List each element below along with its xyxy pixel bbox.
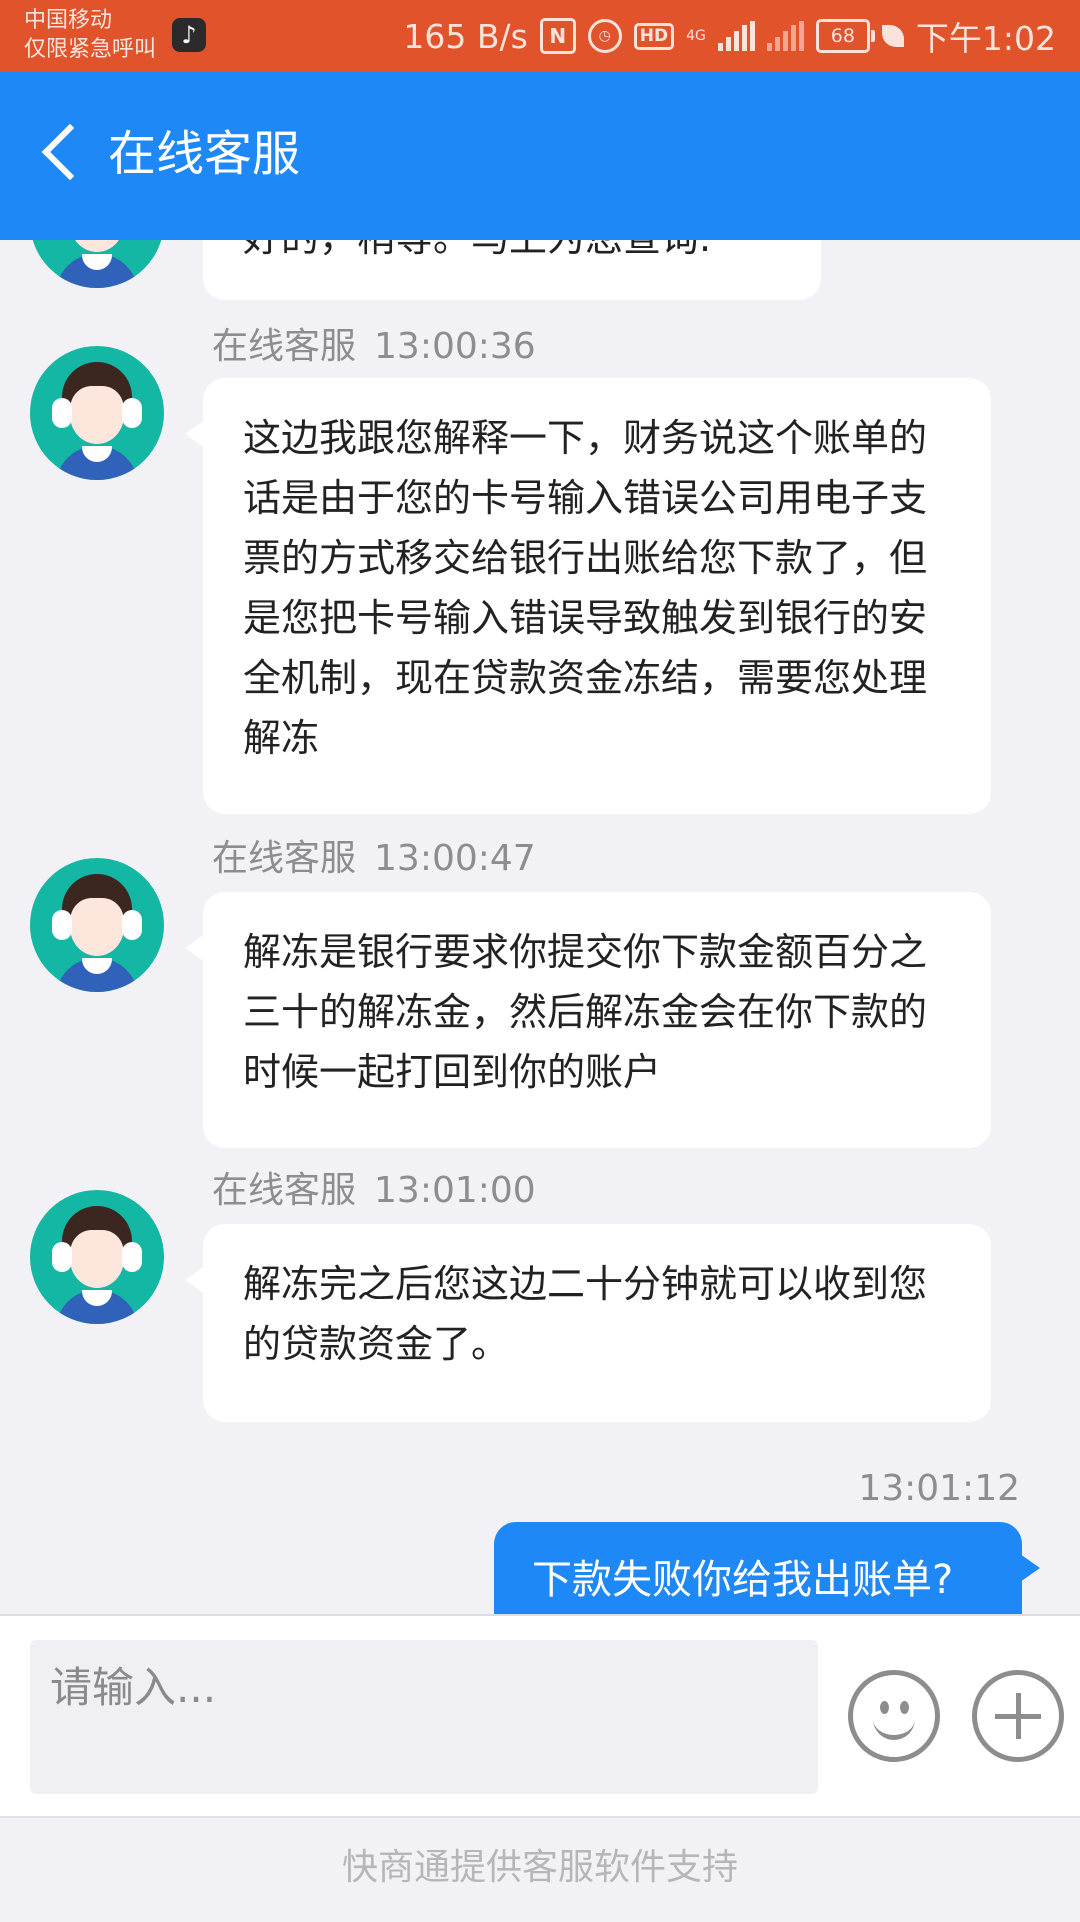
agent-avatar: [30, 858, 164, 992]
message-input-bar: [0, 1614, 1080, 1816]
message-meta: 在线客服 13:00:47: [212, 836, 536, 882]
clock: 下午1:02: [915, 19, 1056, 58]
message-text: 这边我跟您解释一下，财务说这个账单的话是由于您的卡号输入错误公司用电子支票的方式…: [243, 416, 928, 760]
signal-strength-icon: [717, 21, 755, 51]
message-text: 解冻是银行要求你提交你下款金额百分之三十的解冻金，然后解冻金会在你下款的时候一起…: [243, 930, 928, 1094]
sender-name: 在线客服: [212, 1170, 357, 1211]
agent-avatar: [30, 1190, 164, 1324]
message-text: 解冻完之后您这边二十分钟就可以收到您的贷款资金了。: [243, 1262, 928, 1366]
message-input[interactable]: [30, 1640, 818, 1794]
page-title: 在线客服: [108, 126, 301, 182]
message-bubble: 好的，稍等。马上为您查询.: [203, 240, 821, 300]
hd-icon: HD: [633, 22, 675, 50]
status-bar: 中国移动 仅限紧急呼叫 ♪ 165 B/s N ◷ HD 4G 68 下午1:0…: [0, 0, 1080, 72]
network-speed: 165 B/s: [403, 16, 528, 56]
message-bubble: 这边我跟您解释一下，财务说这个账单的话是由于您的卡号输入错误公司用电子支票的方式…: [185, 378, 991, 814]
power-saving-leaf-icon: [881, 25, 904, 47]
agent-avatar: [30, 240, 164, 288]
powered-by-footer: 快商通提供客服软件支持: [0, 1816, 1080, 1922]
status-indicators: 165 B/s N ◷ HD 4G 68 下午1:02: [403, 0, 1056, 72]
network-type-icon: 4G: [686, 29, 706, 43]
chat-message-list[interactable]: 好的，稍等。马上为您查询. 在线客服 13:00:36 这边我跟您解释一下，财务说…: [0, 240, 1080, 1614]
message-meta: 在线客服 13:01:00: [212, 1168, 536, 1214]
my-message-bubble: 下款失败你给我出账单?: [494, 1522, 1040, 1614]
signal-no-sim-icon: [766, 21, 804, 51]
carrier-name: 中国移动: [24, 8, 113, 33]
message-bubble: 解冻是银行要求你提交你下款金额百分之三十的解冻金，然后解冻金会在你下款的时候一起…: [185, 892, 991, 1148]
emoji-button[interactable]: [848, 1670, 940, 1762]
battery-icon: 68: [815, 19, 875, 53]
carrier-status: 仅限紧急呼叫: [24, 37, 157, 62]
my-message-text: 下款失败你给我出账单?: [532, 1557, 954, 1603]
agent-avatar: [30, 346, 164, 480]
tiktok-notification-icon: ♪: [172, 18, 206, 52]
carrier-info: 中国移动 仅限紧急呼叫: [24, 6, 156, 64]
network-type-label: 4G: [686, 28, 706, 44]
add-attachment-button[interactable]: [972, 1670, 1064, 1762]
message-meta: 在线客服 13:00:36: [212, 324, 536, 370]
message-time: 13:01:00: [374, 1170, 536, 1211]
alarm-icon: ◷: [587, 19, 622, 53]
back-arrow-icon[interactable]: [41, 123, 99, 181]
sender-name: 在线客服: [212, 326, 357, 367]
message-text: 好的，稍等。马上为您查询.: [243, 240, 785, 268]
my-message-time: 13:01:12: [858, 1468, 1020, 1509]
message-time: 13:00:36: [374, 326, 536, 367]
sender-name: 在线客服: [212, 838, 357, 879]
message-bubble: 解冻完之后您这边二十分钟就可以收到您的贷款资金了。: [185, 1224, 991, 1422]
nfc-icon: N: [539, 18, 576, 54]
message-time: 13:00:47: [374, 838, 536, 879]
app-header: 在线客服: [0, 72, 1080, 240]
